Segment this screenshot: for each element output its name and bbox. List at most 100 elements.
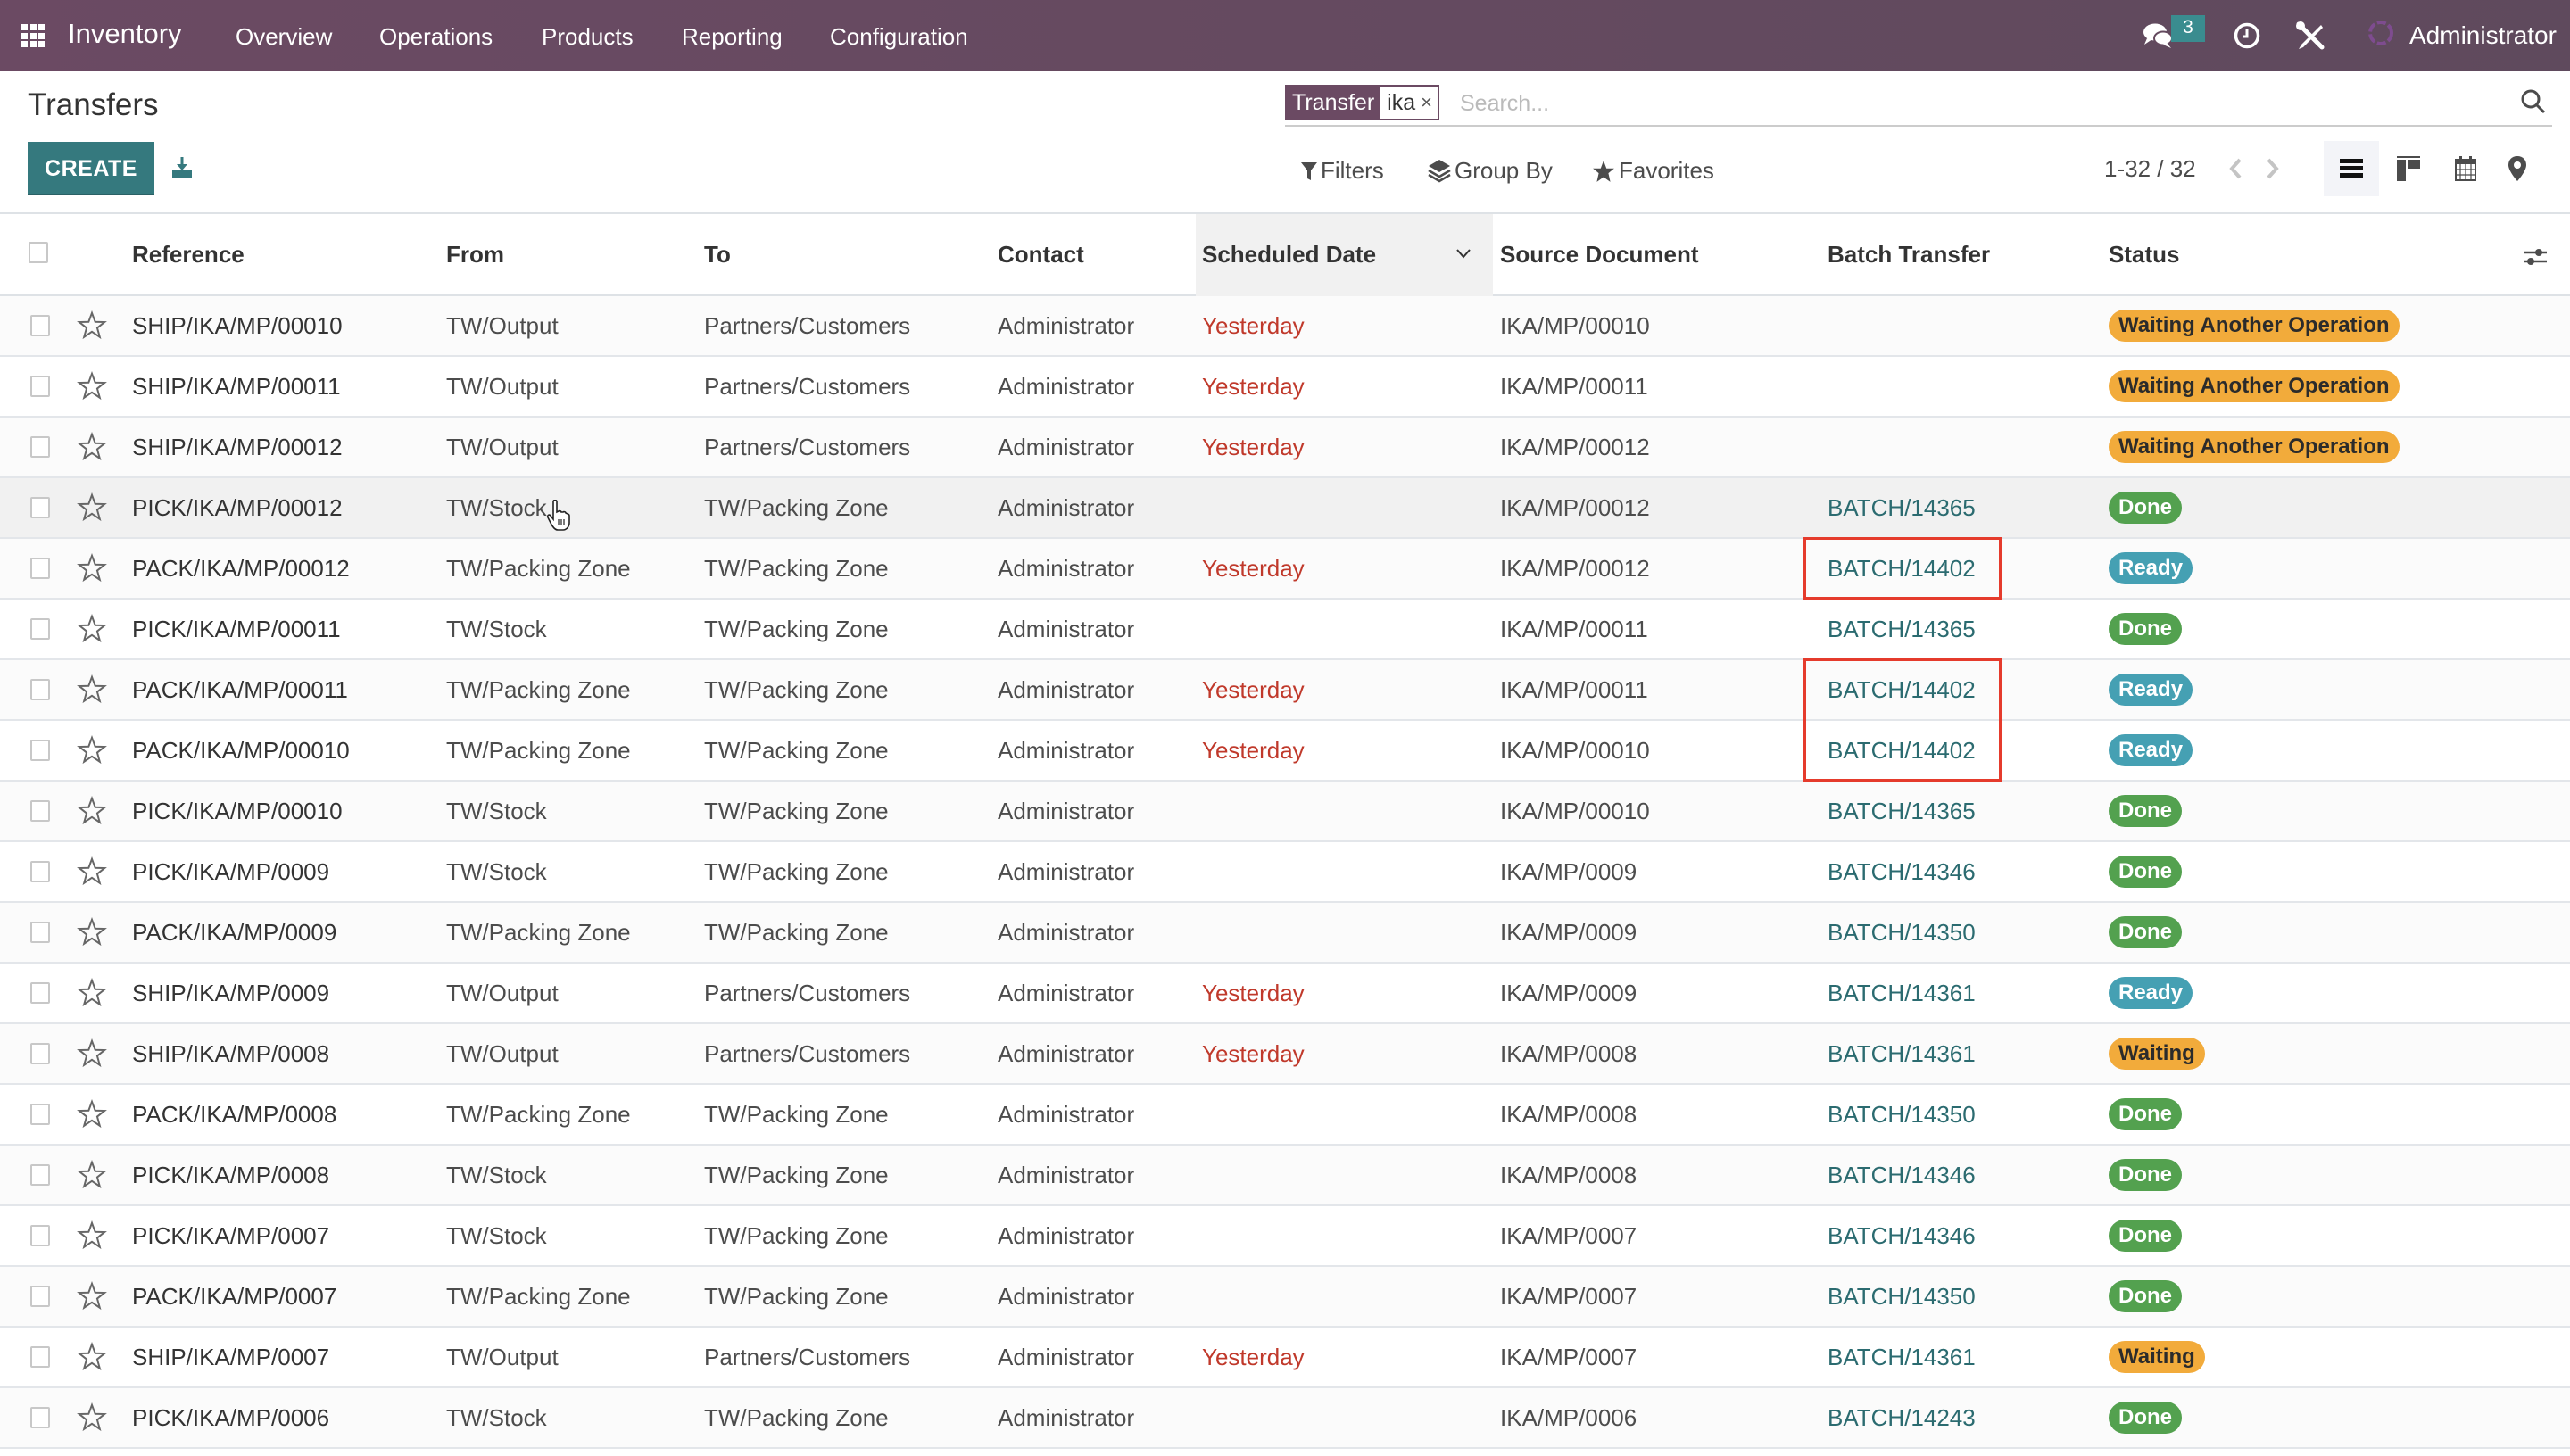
filters-button[interactable]: Filters	[1301, 157, 1384, 185]
tools-icon[interactable]	[2294, 20, 2326, 52]
row-checkbox[interactable]	[30, 1286, 50, 1307]
reference-cell[interactable]: PICK/IKA/MP/0007	[132, 1222, 329, 1250]
row-checkbox[interactable]	[30, 861, 50, 882]
select-all-checkbox[interactable]	[29, 242, 48, 263]
star-icon[interactable]	[77, 1038, 107, 1069]
optional-columns-icon[interactable]	[2522, 244, 2549, 269]
star-icon[interactable]	[77, 310, 107, 341]
table-row[interactable]: SHIP/IKA/MP/00011 TW/Output Partners/Custo…	[0, 357, 2570, 418]
reference-cell[interactable]: SHIP/IKA/MP/00010	[132, 312, 343, 340]
reference-cell[interactable]: PICK/IKA/MP/0008	[132, 1162, 329, 1189]
column-status[interactable]: Status	[2109, 241, 2179, 269]
star-icon[interactable]	[77, 856, 107, 887]
table-row[interactable]: SHIP/IKA/MP/0007 TW/Output Partners/Custom…	[0, 1328, 2570, 1388]
table-row[interactable]: PACK/IKA/MP/00010 TW/Packing Zone TW/Packi…	[0, 721, 2570, 782]
reference-cell[interactable]: PACK/IKA/MP/00010	[132, 737, 350, 765]
star-icon[interactable]	[77, 1281, 107, 1311]
batch-transfer-link[interactable]: BATCH/14243	[1828, 1404, 1976, 1432]
row-checkbox[interactable]	[30, 922, 50, 943]
reference-cell[interactable]: SHIP/IKA/MP/0008	[132, 1040, 329, 1068]
star-icon[interactable]	[77, 1160, 107, 1190]
star-icon[interactable]	[77, 796, 107, 826]
batch-transfer-link[interactable]: BATCH/14361	[1828, 980, 1976, 1007]
reference-cell[interactable]: PACK/IKA/MP/0008	[132, 1101, 336, 1129]
reference-cell[interactable]: PACK/IKA/MP/0009	[132, 919, 336, 947]
reference-cell[interactable]: PICK/IKA/MP/00011	[132, 616, 341, 643]
search-input[interactable]	[1460, 87, 2442, 120]
chevron-left-icon[interactable]	[2226, 155, 2245, 182]
star-icon[interactable]	[77, 978, 107, 1008]
user-name[interactable]: Administrator	[2409, 21, 2557, 50]
clock-icon[interactable]	[2233, 21, 2261, 50]
menu-operations[interactable]: Operations	[379, 23, 493, 51]
column-contact[interactable]: Contact	[998, 241, 1084, 269]
table-row[interactable]: PICK/IKA/MP/0009 TW/Stock TW/Packing Zone A…	[0, 842, 2570, 903]
column-scheduled-date[interactable]: Scheduled Date	[1202, 241, 1376, 269]
row-checkbox[interactable]	[30, 679, 50, 700]
reference-cell[interactable]: PACK/IKA/MP/00011	[132, 676, 348, 704]
batch-transfer-link[interactable]: BATCH/14365	[1828, 798, 1976, 825]
row-checkbox[interactable]	[30, 558, 50, 579]
reference-cell[interactable]: PACK/IKA/MP/0007	[132, 1283, 336, 1311]
avatar[interactable]	[2367, 18, 2395, 54]
map-view-button[interactable]	[2490, 141, 2545, 196]
search-icon[interactable]	[2520, 88, 2547, 115]
batch-transfer-link[interactable]: BATCH/14402	[1828, 555, 1976, 583]
column-from[interactable]: From	[446, 241, 504, 269]
star-icon[interactable]	[77, 1099, 107, 1129]
row-checkbox[interactable]	[30, 800, 50, 822]
table-row[interactable]: PICK/IKA/MP/00010 TW/Stock TW/Packing Zone…	[0, 782, 2570, 842]
star-icon[interactable]	[77, 735, 107, 765]
batch-transfer-link[interactable]: BATCH/14365	[1828, 616, 1976, 643]
row-checkbox[interactable]	[30, 1104, 50, 1125]
batch-transfer-link[interactable]: BATCH/14346	[1828, 1162, 1976, 1189]
row-checkbox[interactable]	[30, 1225, 50, 1246]
pager-value[interactable]: 1-32 / 32	[2104, 155, 2196, 183]
batch-transfer-link[interactable]: BATCH/14402	[1828, 737, 1976, 765]
download-icon[interactable]	[170, 155, 194, 178]
row-checkbox[interactable]	[30, 982, 50, 1004]
row-checkbox[interactable]	[30, 1346, 50, 1368]
row-checkbox[interactable]	[30, 497, 50, 518]
column-reference[interactable]: Reference	[132, 241, 245, 269]
table-row[interactable]: PACK/IKA/MP/0007 TW/Packing Zone TW/Packin…	[0, 1267, 2570, 1328]
table-row[interactable]: PICK/IKA/MP/0006 TW/Stock TW/Packing Zone A…	[0, 1388, 2570, 1449]
star-icon[interactable]	[77, 371, 107, 401]
row-checkbox[interactable]	[30, 436, 50, 458]
menu-configuration[interactable]: Configuration	[830, 23, 968, 51]
reference-cell[interactable]: PACK/IKA/MP/00012	[132, 555, 350, 583]
star-icon[interactable]	[77, 553, 107, 583]
row-checkbox[interactable]	[30, 1164, 50, 1186]
table-row[interactable]: SHIP/IKA/MP/00010 TW/Output Partners/Custo…	[0, 296, 2570, 357]
row-checkbox[interactable]	[30, 376, 50, 397]
column-source-document[interactable]: Source Document	[1500, 241, 1699, 269]
reference-cell[interactable]: SHIP/IKA/MP/0009	[132, 980, 329, 1007]
batch-transfer-link[interactable]: BATCH/14346	[1828, 1222, 1976, 1250]
star-icon[interactable]	[77, 432, 107, 462]
batch-transfer-link[interactable]: BATCH/14402	[1828, 676, 1976, 704]
row-checkbox[interactable]	[30, 1043, 50, 1064]
reference-cell[interactable]: PICK/IKA/MP/0006	[132, 1404, 329, 1432]
table-row[interactable]: PICK/IKA/MP/00012 TW/Stock TW/Packing Zone…	[0, 478, 2570, 539]
chevron-right-icon[interactable]	[2263, 155, 2283, 182]
list-view-button[interactable]	[2324, 141, 2379, 196]
table-row[interactable]: SHIP/IKA/MP/0009 TW/Output Partners/Custom…	[0, 964, 2570, 1024]
reference-cell[interactable]: SHIP/IKA/MP/00011	[132, 373, 341, 401]
row-checkbox[interactable]	[30, 315, 50, 336]
group-by-button[interactable]: Group By	[1428, 157, 1553, 185]
batch-transfer-link[interactable]: BATCH/14365	[1828, 494, 1976, 522]
star-icon[interactable]	[77, 1342, 107, 1372]
table-row[interactable]: PACK/IKA/MP/00012 TW/Packing Zone TW/Packi…	[0, 539, 2570, 600]
table-row[interactable]: PACK/IKA/MP/0009 TW/Packing Zone TW/Packin…	[0, 903, 2570, 964]
batch-transfer-link[interactable]: BATCH/14350	[1828, 919, 1976, 947]
apps-grid-icon[interactable]	[21, 24, 45, 47]
reference-cell[interactable]: SHIP/IKA/MP/00012	[132, 434, 343, 461]
favorites-button[interactable]: Favorites	[1592, 157, 1714, 185]
app-name[interactable]: Inventory	[68, 18, 182, 50]
batch-transfer-link[interactable]: BATCH/14361	[1828, 1344, 1976, 1371]
star-icon[interactable]	[77, 674, 107, 705]
table-row[interactable]: PICK/IKA/MP/0007 TW/Stock TW/Packing Zone A…	[0, 1206, 2570, 1267]
reference-cell[interactable]: PICK/IKA/MP/00010	[132, 798, 343, 825]
batch-transfer-link[interactable]: BATCH/14350	[1828, 1283, 1976, 1311]
star-icon[interactable]	[77, 1220, 107, 1251]
